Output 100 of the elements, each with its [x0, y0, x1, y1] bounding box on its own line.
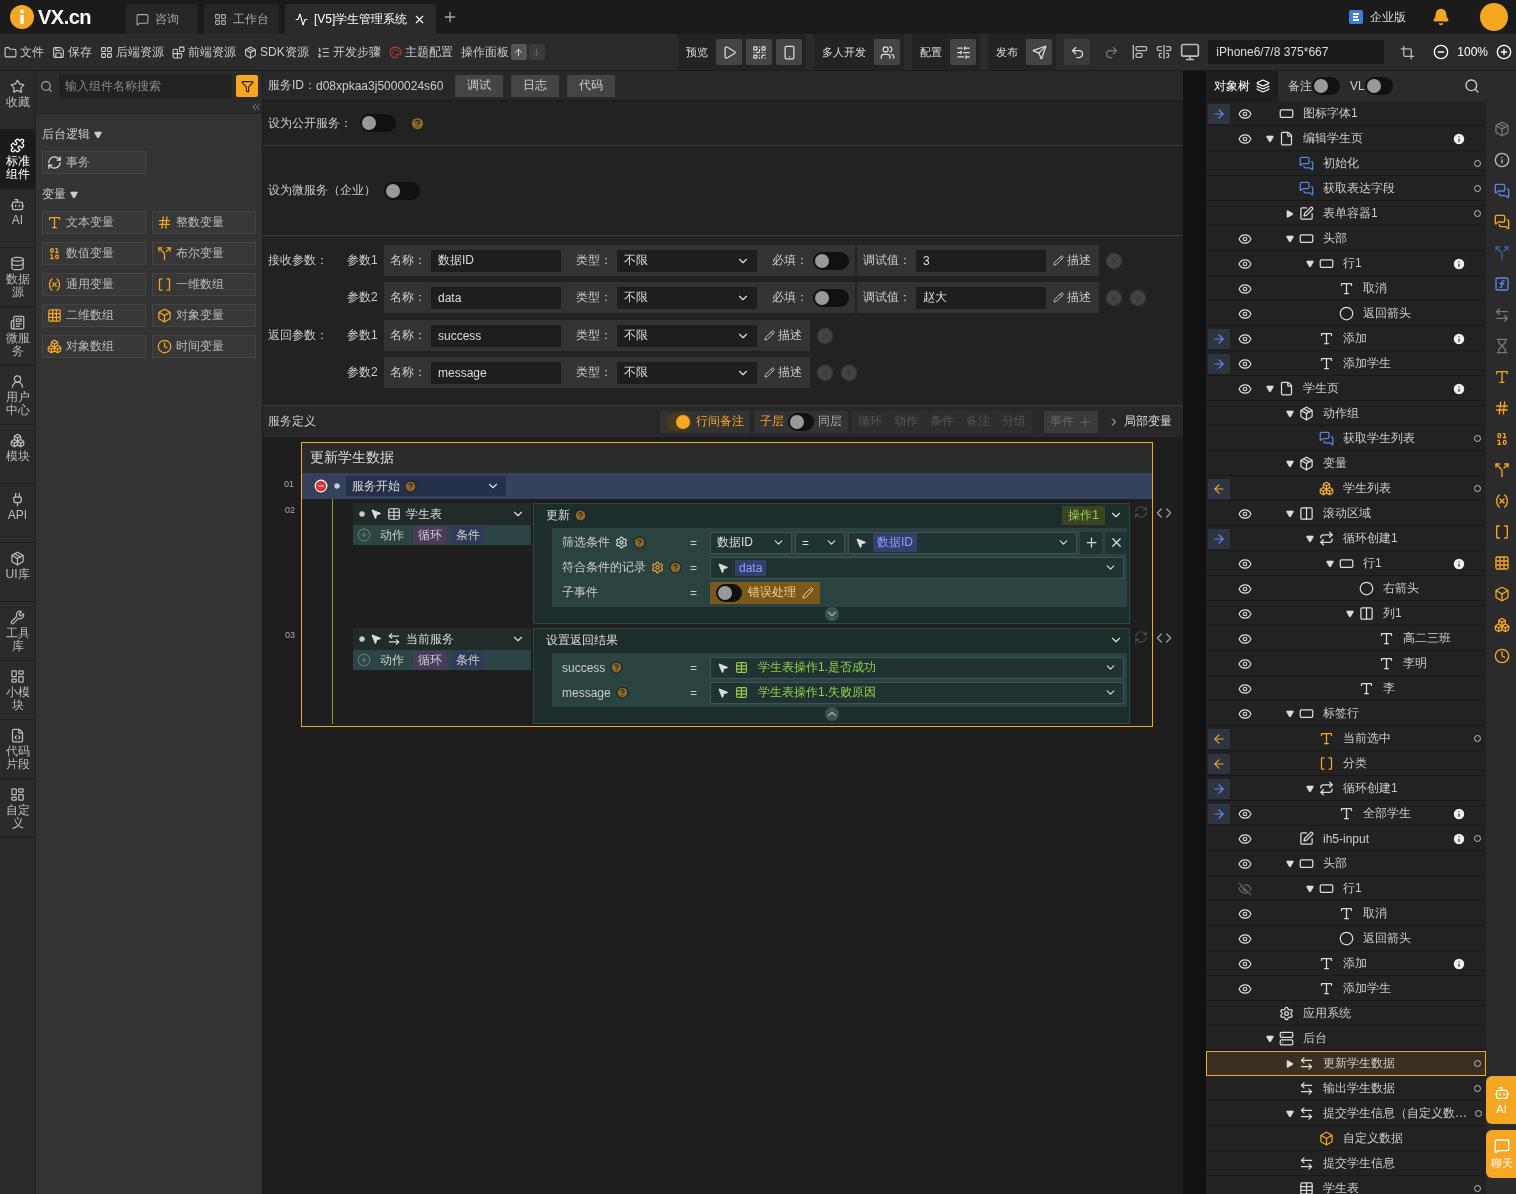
tree-row[interactable]: 图标字体1 — [1206, 101, 1486, 126]
node-label: 返回箭头 — [1363, 305, 1411, 322]
node-label: ih5-input — [1323, 831, 1370, 846]
node-label: 学生列表 — [1343, 480, 1391, 497]
note-toggle[interactable]: 行间备注 — [660, 410, 750, 433]
component-item[interactable]: 对象数组 — [42, 335, 146, 358]
step-title: 设置返回结果 — [546, 631, 618, 649]
tree-row[interactable]: 学生列表 — [1206, 476, 1486, 501]
debug-field[interactable]: 赵大 — [916, 286, 1046, 309]
node-label: 李明 — [1403, 655, 1427, 672]
type-select[interactable]: 不限 — [617, 361, 757, 384]
target-select[interactable]: 当前服务 — [353, 628, 531, 650]
equals-sign: = — [690, 535, 698, 550]
field-label: 类型： — [576, 252, 612, 269]
panel-tab[interactable]: 对象树 — [1206, 71, 1278, 101]
component-item[interactable]: 对象变量 — [152, 304, 256, 327]
node-label: 行1 — [1343, 255, 1362, 272]
group-label: 多人开发 — [822, 44, 867, 60]
header-button[interactable]: 日志 — [511, 74, 560, 97]
describe-button[interactable]: 描述 — [1051, 252, 1093, 269]
tree-row[interactable]: 当前选中 — [1206, 726, 1486, 751]
tree-row[interactable]: 循环创建1 — [1206, 776, 1486, 801]
node-label: 列1 — [1383, 605, 1402, 622]
editor-tab[interactable]: [V5]学生管理系统 — [285, 4, 437, 34]
type-select[interactable]: 不限 — [617, 249, 757, 272]
sidebar-item[interactable]: 标准组件 — [0, 130, 35, 189]
type-select[interactable]: 不限 — [617, 286, 757, 309]
node-label: 高二三班 — [1403, 630, 1451, 647]
name-field[interactable]: data — [431, 286, 561, 309]
describe-button[interactable]: 描述 — [762, 327, 804, 344]
search-field[interactable]: 输入组件名称搜索 — [59, 74, 232, 98]
editor-tab[interactable]: 咨询 — [126, 4, 198, 34]
field-label: 类型： — [576, 327, 612, 344]
value-select[interactable]: data — [710, 556, 1124, 579]
tree-row[interactable]: 分类 — [1206, 751, 1486, 776]
value-select[interactable]: 数据ID — [848, 531, 1077, 554]
toolbar-item[interactable]: 保存 — [52, 43, 92, 61]
node-label: 初始化 — [1323, 155, 1359, 172]
node-label: 头部 — [1323, 230, 1347, 247]
toolbar-item[interactable]: 开发步骤 — [316, 43, 381, 61]
device-field[interactable]: iPhone6/7/8 375*667 — [1208, 40, 1385, 64]
toolbar-item[interactable]: 主题配置 — [388, 43, 453, 61]
target-select[interactable]: 学生表 — [353, 503, 531, 525]
value-select[interactable]: 学生表操作1.是否成功 — [710, 656, 1124, 679]
tree-row[interactable]: 更新学生数据 — [1206, 1051, 1486, 1076]
component-item[interactable]: 事务 — [42, 151, 146, 174]
operator-select[interactable]: = — [795, 531, 845, 554]
tree-row[interactable]: 全部学生 — [1206, 801, 1486, 826]
tree-row[interactable]: 添加 — [1206, 326, 1486, 351]
start-select[interactable]: 服务开始 — [346, 476, 506, 496]
component-item[interactable]: 整数变量 — [152, 211, 256, 234]
component-item[interactable]: 数值变量 — [42, 242, 146, 265]
toolbar-item[interactable]: SDK资源 — [244, 43, 309, 61]
toolbar-item[interactable]: 文件 — [4, 43, 44, 61]
tree-row[interactable]: 循环创建1 — [1206, 526, 1486, 551]
local-vars-button[interactable]: 局部变量 — [1102, 410, 1178, 433]
component-item[interactable]: 文本变量 — [42, 211, 146, 234]
setting-label: 设为公开服务： — [268, 114, 352, 132]
action-tag[interactable]: 条件 — [451, 651, 485, 669]
component-item[interactable]: 二维数组 — [42, 304, 146, 327]
header-button[interactable]: 代码 — [567, 74, 616, 97]
editor-tab[interactable]: 工作台 — [204, 4, 279, 34]
toggle-label: 备注 — [1288, 77, 1312, 95]
node-label: 李 — [1383, 680, 1395, 697]
toolbar-item[interactable]: 前端资源 — [172, 43, 236, 61]
component-item[interactable]: 一维数组 — [152, 273, 256, 296]
logo-text: VX.cn — [38, 5, 92, 29]
param-index: 参数2 — [347, 289, 379, 306]
name-field[interactable]: 数据ID — [431, 249, 561, 272]
row-label: message — [562, 685, 611, 700]
action-tag[interactable]: 动作 — [375, 526, 409, 544]
name-field[interactable]: success — [431, 324, 561, 347]
describe-button[interactable]: 描述 — [1051, 289, 1093, 306]
type-select[interactable]: 不限 — [617, 324, 757, 347]
tree-row[interactable]: 添加学生 — [1206, 351, 1486, 376]
component-item[interactable]: 通用变量 — [42, 273, 146, 296]
toolbar-item[interactable]: 后端资源 — [100, 43, 164, 61]
describe-button[interactable]: 描述 — [762, 364, 804, 381]
field-select[interactable]: 数据ID — [710, 531, 792, 554]
layer-switch[interactable]: 子层 同层 — [754, 410, 848, 433]
param-index: 参数1 — [347, 252, 379, 269]
node-label: 行1 — [1343, 880, 1362, 897]
error-handling-toggle[interactable]: 错误处理 — [710, 581, 820, 604]
value-select[interactable]: 学生表操作1.失败原因 — [710, 681, 1124, 704]
row-label: 符合条件的记录 — [562, 559, 646, 576]
action-tag[interactable]: 条件 — [451, 526, 485, 544]
component-item[interactable]: 布尔变量 — [152, 242, 256, 265]
zoom-level: 100% — [1457, 45, 1488, 59]
node-label: 图标字体1 — [1303, 105, 1358, 122]
component-item[interactable]: 时间变量 — [152, 335, 256, 358]
field-label: 必填： — [772, 289, 808, 306]
node-label: 获取学生列表 — [1343, 430, 1415, 447]
action-tag[interactable]: 动作 — [375, 651, 409, 669]
operation-tag: 操作1 — [1062, 505, 1105, 525]
name-field[interactable]: message — [431, 361, 561, 384]
node-label: 获取表达字段 — [1323, 180, 1395, 197]
header-button[interactable]: 调试 — [455, 74, 504, 97]
action-tag[interactable]: 循环 — [413, 651, 447, 669]
debug-field[interactable]: 3 — [916, 249, 1046, 272]
action-tag[interactable]: 循环 — [413, 526, 447, 544]
